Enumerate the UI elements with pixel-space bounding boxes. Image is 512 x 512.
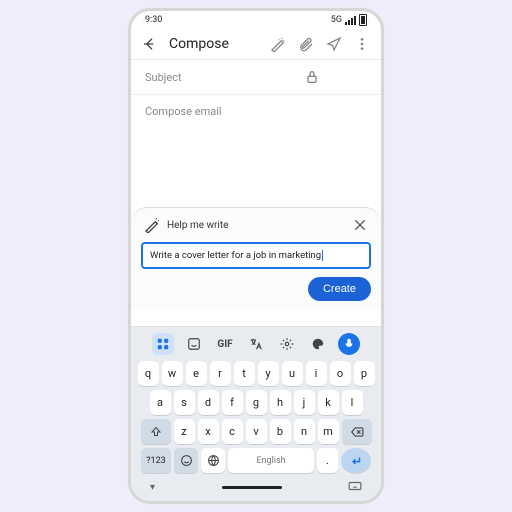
- lock-icon: [256, 68, 367, 86]
- mic-icon[interactable]: [338, 333, 360, 355]
- key-z[interactable]: z: [174, 419, 195, 444]
- key-r[interactable]: r: [210, 361, 231, 386]
- more-icon[interactable]: [353, 35, 371, 53]
- key-g[interactable]: g: [246, 390, 267, 415]
- signal-icon: [345, 16, 356, 25]
- key-m[interactable]: m: [318, 419, 339, 444]
- compose-topbar: Compose: [131, 29, 381, 60]
- help-me-write-panel: Help me write Write a cover letter for a…: [131, 207, 381, 309]
- text-caret: [322, 250, 323, 261]
- close-icon[interactable]: [351, 216, 369, 234]
- keyboard-row-4: ?123 English .: [136, 448, 376, 473]
- gif-button[interactable]: GIF: [214, 333, 236, 355]
- network-label: 5G: [331, 15, 342, 25]
- back-icon[interactable]: [141, 35, 159, 53]
- status-bar: 9:30 5G: [131, 11, 381, 29]
- keyboard-toggle-icon[interactable]: [348, 479, 362, 496]
- emoji-key[interactable]: [174, 448, 198, 473]
- key-w[interactable]: w: [162, 361, 183, 386]
- phone-frame: 9:30 5G Compose Subject Compose email He…: [128, 8, 384, 504]
- key-a[interactable]: a: [150, 390, 171, 415]
- body-placeholder: Compose email: [145, 105, 222, 118]
- shift-key[interactable]: [141, 419, 171, 444]
- page-title: Compose: [169, 36, 259, 52]
- key-e[interactable]: e: [186, 361, 207, 386]
- keyboard-toolbar: GIF: [136, 333, 376, 355]
- globe-key[interactable]: [201, 448, 225, 473]
- spacebar[interactable]: English: [228, 448, 314, 473]
- magic-pen-icon: [143, 216, 161, 234]
- key-y[interactable]: y: [258, 361, 279, 386]
- key-u[interactable]: u: [282, 361, 303, 386]
- apps-icon[interactable]: [152, 333, 174, 355]
- symbols-key[interactable]: ?123: [141, 448, 171, 473]
- key-t[interactable]: t: [234, 361, 255, 386]
- attachment-icon[interactable]: [297, 35, 315, 53]
- key-j[interactable]: j: [294, 390, 315, 415]
- key-x[interactable]: x: [198, 419, 219, 444]
- key-i[interactable]: i: [306, 361, 327, 386]
- magic-pen-icon[interactable]: [269, 35, 287, 53]
- backspace-key[interactable]: [342, 419, 372, 444]
- key-s[interactable]: s: [174, 390, 195, 415]
- key-l[interactable]: l: [342, 390, 363, 415]
- sticker-icon[interactable]: [183, 333, 205, 355]
- key-v[interactable]: v: [246, 419, 267, 444]
- translate-icon[interactable]: [245, 333, 267, 355]
- prompt-text: Write a cover letter for a job in market…: [150, 250, 321, 261]
- keyboard: GIF q w e r t y u i o p a s d f g h j k: [131, 326, 381, 501]
- battery-icon: [359, 14, 367, 26]
- key-p[interactable]: p: [354, 361, 375, 386]
- subject-field[interactable]: Subject: [131, 60, 381, 95]
- key-c[interactable]: c: [222, 419, 243, 444]
- create-button[interactable]: Create: [308, 277, 371, 301]
- home-indicator[interactable]: [222, 486, 282, 489]
- settings-icon[interactable]: [276, 333, 298, 355]
- body-field[interactable]: Compose email: [131, 95, 381, 207]
- keyboard-row-1: q w e r t y u i o p: [136, 361, 376, 386]
- key-d[interactable]: d: [198, 390, 219, 415]
- key-h[interactable]: h: [270, 390, 291, 415]
- panel-title: Help me write: [167, 220, 345, 231]
- key-n[interactable]: n: [294, 419, 315, 444]
- send-icon[interactable]: [325, 35, 343, 53]
- nav-back-icon[interactable]: ▾: [150, 482, 155, 493]
- keyboard-row-3: z x c v b n m: [136, 419, 376, 444]
- key-b[interactable]: b: [270, 419, 291, 444]
- palette-icon[interactable]: [307, 333, 329, 355]
- key-q[interactable]: q: [138, 361, 159, 386]
- key-f[interactable]: f: [222, 390, 243, 415]
- keyboard-row-2: a s d f g h j k l: [136, 390, 376, 415]
- key-o[interactable]: o: [330, 361, 351, 386]
- clock: 9:30: [145, 15, 162, 25]
- prompt-input[interactable]: Write a cover letter for a job in market…: [141, 242, 371, 269]
- enter-key[interactable]: [341, 448, 371, 473]
- period-key[interactable]: .: [317, 448, 338, 473]
- subject-placeholder: Subject: [145, 71, 256, 84]
- key-k[interactable]: k: [318, 390, 339, 415]
